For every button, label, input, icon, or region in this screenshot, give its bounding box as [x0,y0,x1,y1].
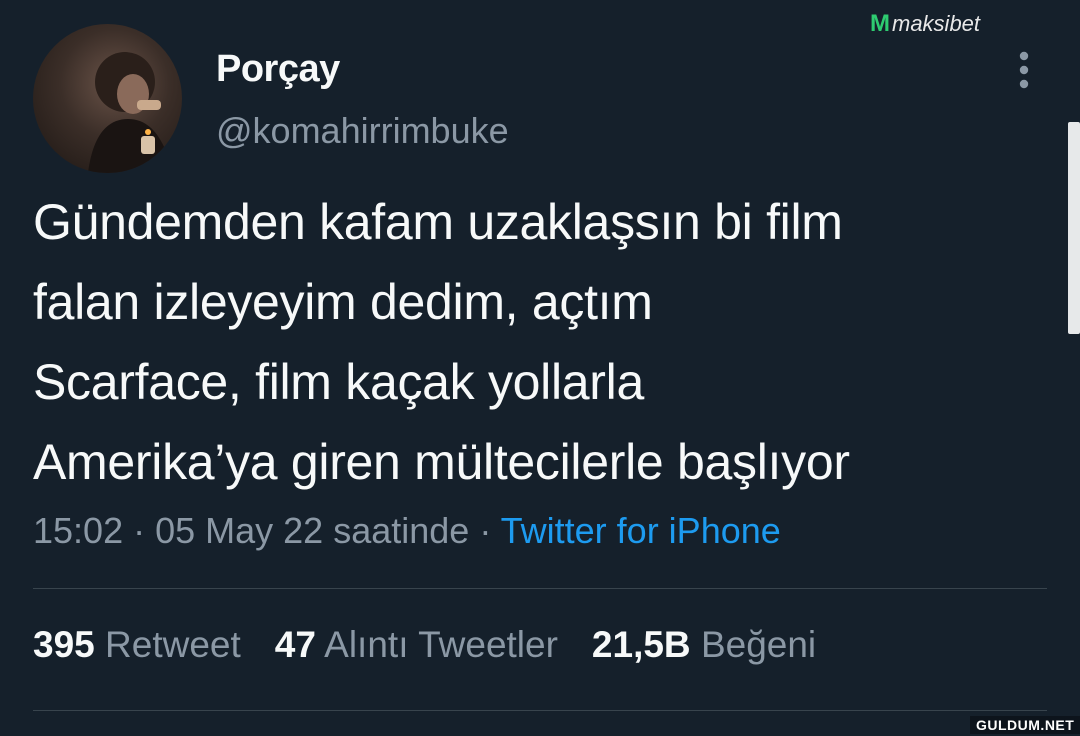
quotes-count: 47 [274,624,316,665]
tweet-time[interactable]: 15:02 [33,510,123,551]
tweet-line: Amerika’ya giren mültecilerle başlıyor [33,434,850,490]
meta-separator: · [123,510,156,551]
more-vertical-icon [1019,51,1029,89]
retweets-count: 395 [33,624,95,665]
avatar[interactable] [33,24,182,173]
retweets-stat[interactable]: 395 Retweet [33,624,241,666]
tweet-line: falan izleyeyim dedim, açtım [33,274,653,330]
tweet-meta: 15:02 · 05 May 22 saatinde · Twitter for… [33,510,781,552]
divider [33,710,1047,711]
quotes-stat[interactable]: 47 Alıntı Tweetler [275,624,558,666]
logo-mark: M [870,10,890,37]
user-handle[interactable]: @komahirrimbuke [216,110,509,152]
tweet-source-link[interactable]: Twitter for iPhone [501,510,781,551]
tweet-text: Gündemden kafam uzaklaşsın bi film falan… [33,182,1043,502]
avatar-image [88,52,173,173]
likes-stat[interactable]: 21,5B Beğeni [592,624,816,666]
scrollbar[interactable] [1068,122,1080,334]
retweets-label: Retweet [105,624,241,665]
logo-text: maksibet [892,11,981,36]
tweet-stats: 395 Retweet 47 Alıntı Tweetler 21,5B Beğ… [33,624,816,666]
likes-label: Beğeni [700,624,817,665]
display-name[interactable]: Porçay [216,48,340,91]
tweet-line: Scarface, film kaçak yollarla [33,354,644,410]
corner-watermark: GULDUM.NET [970,716,1080,734]
divider [33,588,1047,589]
more-options-button[interactable] [1004,48,1044,92]
watermark-logo: M maksibet [870,10,980,38]
quotes-label: Alıntı Tweetler [324,624,558,665]
tweet-date[interactable]: 05 May 22 saatinde [155,510,469,551]
meta-separator: · [469,510,501,551]
tweet-line: Gündemden kafam uzaklaşsın bi film [33,194,843,250]
likes-count: 21,5B [591,624,691,665]
